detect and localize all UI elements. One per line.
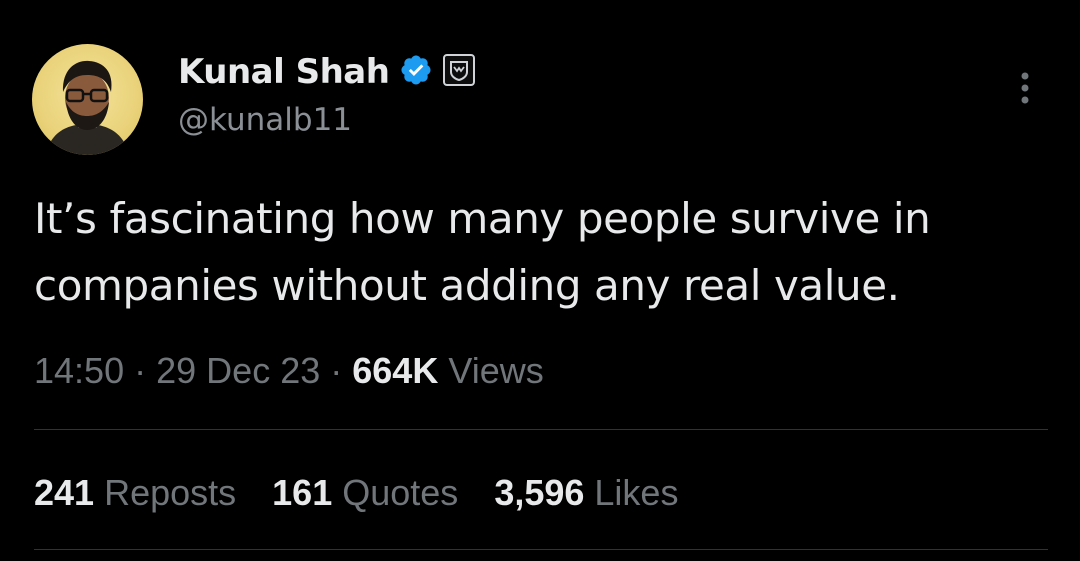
quotes-stat[interactable]: 161 Quotes (272, 472, 458, 514)
more-options-button[interactable] (1014, 70, 1036, 110)
avatar-portrait (46, 60, 129, 155)
tweet-text-line: companies without adding any real value. (34, 261, 900, 310)
divider (34, 549, 1048, 550)
views-count[interactable]: 664K (352, 350, 438, 391)
tweet-text: It’s fascinating how many people survive… (34, 185, 1054, 319)
verified-badge-icon[interactable] (399, 53, 433, 92)
meta-separator: · (330, 350, 343, 391)
engagement-stats: 241 Reposts 161 Quotes 3,596 Likes (34, 472, 678, 514)
reposts-stat[interactable]: 241 Reposts (34, 472, 236, 514)
tweet-metadata: 14:50 · 29 Dec 23 · 664K Views (34, 350, 544, 392)
likes-count: 3,596 (494, 472, 585, 513)
affiliate-badge-icon[interactable] (443, 53, 476, 91)
divider (34, 429, 1048, 430)
avatar[interactable] (32, 44, 143, 155)
likes-stat[interactable]: 3,596 Likes (494, 472, 678, 514)
quotes-count: 161 (272, 472, 333, 513)
tweet-time[interactable]: 14:50 (34, 350, 124, 391)
reposts-label: Reposts (104, 472, 237, 513)
quotes-label: Quotes (342, 472, 459, 513)
meta-separator: · (134, 350, 147, 391)
more-vertical-icon (1021, 72, 1029, 104)
author-display-name[interactable]: Kunal Shah (178, 52, 390, 92)
tweet-text-line: It’s fascinating how many people survive… (34, 194, 931, 243)
tweet-card: Kunal Shah @kunalb11 It’s fascinating ho… (0, 0, 1080, 561)
author-handle[interactable]: @kunalb11 (178, 102, 352, 138)
reposts-count: 241 (34, 472, 95, 513)
tweet-date[interactable]: 29 Dec 23 (156, 350, 320, 391)
likes-label: Likes (594, 472, 679, 513)
author-name-row: Kunal Shah (178, 50, 476, 94)
views-label[interactable]: Views (448, 350, 543, 391)
